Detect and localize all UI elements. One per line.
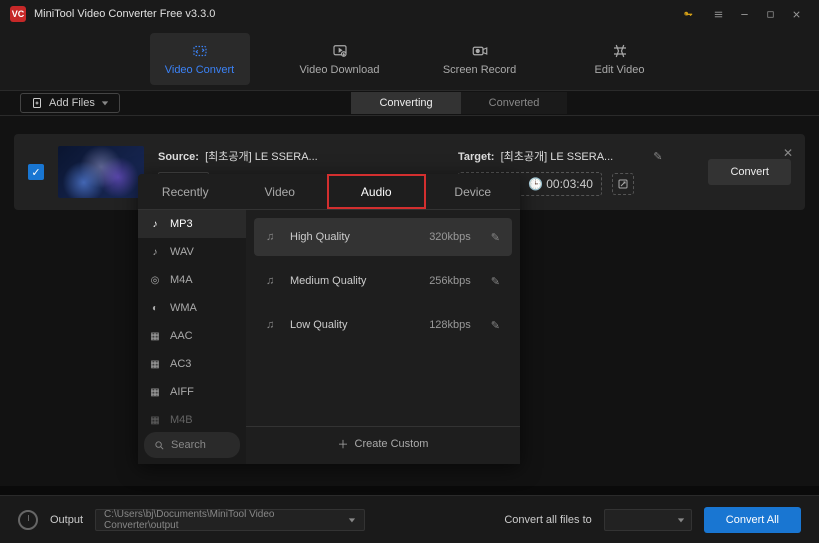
edit-icon	[610, 42, 630, 60]
plus-file-icon	[31, 97, 43, 109]
remove-file-button[interactable]: ✕	[783, 146, 793, 160]
convert-icon	[190, 42, 210, 60]
convert-all-to-label: Convert all files to	[504, 514, 591, 526]
format-item-m4a[interactable]: ◎M4A	[138, 266, 246, 294]
app-logo: VC	[10, 6, 26, 22]
quality-item-medium[interactable]: ♫ Medium Quality 256kbps ✎	[254, 262, 512, 300]
music-icon: ◐	[148, 303, 162, 314]
tab-label: Screen Record	[443, 64, 516, 76]
tab-label: Video Download	[300, 64, 380, 76]
schedule-icon[interactable]	[18, 510, 38, 530]
music-icon: ♪	[148, 247, 162, 258]
file-music-icon: ♫	[266, 231, 280, 243]
chevron-down-icon	[348, 516, 356, 524]
output-path-select[interactable]: C:\Users\bj\Documents\MiniTool Video Con…	[95, 509, 365, 531]
add-files-label: Add Files	[49, 97, 95, 109]
quality-list: ♫ High Quality 320kbps ✎ ♫ Medium Qualit…	[246, 210, 520, 426]
video-thumbnail[interactable]	[58, 146, 144, 198]
target-duration: 🕒 00:03:40	[528, 177, 593, 191]
format-item-aiff[interactable]: ▦AIFF	[138, 378, 246, 406]
popup-tab-device[interactable]: Device	[426, 174, 521, 209]
edit-quality-icon[interactable]: ✎	[491, 231, 500, 244]
convert-all-button[interactable]: Convert All	[704, 507, 801, 533]
tab-label: Edit Video	[595, 64, 645, 76]
target-label: Target:	[458, 151, 494, 163]
maximize-button[interactable]	[757, 4, 783, 24]
tab-video-download[interactable]: Video Download	[290, 33, 390, 85]
record-icon	[470, 42, 490, 60]
add-files-button[interactable]: Add Files	[20, 93, 120, 113]
format-search-input[interactable]: Search	[144, 432, 240, 458]
subtab-converting[interactable]: Converting	[351, 92, 460, 114]
target-filename: [최초공개] LE SSERA...	[501, 151, 614, 163]
file-music-icon: ♫	[266, 275, 280, 287]
music-icon: ▦	[148, 415, 162, 426]
minimize-button[interactable]	[731, 4, 757, 24]
format-item-mp3[interactable]: ♪MP3	[138, 210, 246, 238]
music-icon: ♪	[148, 219, 162, 230]
rename-icon[interactable]: ✎	[653, 150, 662, 163]
music-icon: ▦	[148, 359, 162, 370]
output-label: Output	[50, 514, 83, 526]
search-icon	[154, 440, 165, 451]
file-checkbox[interactable]: ✓	[28, 164, 44, 180]
format-item-ac3[interactable]: ▦AC3	[138, 350, 246, 378]
tab-video-convert[interactable]: Video Convert	[150, 33, 250, 85]
music-icon: ▦	[148, 387, 162, 398]
convert-all-format-select[interactable]	[604, 509, 692, 531]
popup-tab-video[interactable]: Video	[233, 174, 328, 209]
key-icon[interactable]	[675, 4, 701, 24]
tab-edit-video[interactable]: Edit Video	[570, 33, 670, 85]
quality-item-low[interactable]: ♫ Low Quality 128kbps ✎	[254, 306, 512, 344]
tab-screen-record[interactable]: Screen Record	[430, 33, 530, 85]
format-list[interactable]: ♪MP3 ♪WAV ◎M4A ◐WMA ▦AAC ▦AC3 ▦AIFF ▦M4B	[138, 210, 246, 426]
format-item-m4b[interactable]: ▦M4B	[138, 406, 246, 426]
window-title: MiniTool Video Converter Free v3.3.0	[34, 8, 675, 20]
edit-quality-icon[interactable]: ✎	[491, 275, 500, 288]
close-button[interactable]	[783, 4, 809, 24]
hamburger-icon[interactable]	[705, 4, 731, 24]
format-popup: Recently Video Audio Device ♪MP3 ♪WAV ◎M…	[138, 174, 520, 464]
tab-label: Video Convert	[165, 64, 235, 76]
create-custom-button[interactable]: ＋ Create Custom	[246, 426, 520, 460]
file-music-icon: ♫	[266, 319, 280, 331]
popup-tab-audio[interactable]: Audio	[327, 174, 426, 209]
format-item-aac[interactable]: ▦AAC	[138, 322, 246, 350]
subtab-converted[interactable]: Converted	[461, 92, 568, 114]
format-item-wma[interactable]: ◐WMA	[138, 294, 246, 322]
convert-button[interactable]: Convert	[708, 159, 791, 185]
format-item-wav[interactable]: ♪WAV	[138, 238, 246, 266]
edit-quality-icon[interactable]: ✎	[491, 319, 500, 332]
plus-icon: ＋	[338, 436, 349, 452]
music-icon: ▦	[148, 331, 162, 342]
source-filename: [최초공개] LE SSERA...	[205, 151, 318, 163]
target-settings-button[interactable]	[612, 173, 634, 195]
popup-tab-recently[interactable]: Recently	[138, 174, 233, 209]
download-icon	[330, 42, 350, 60]
chevron-down-icon	[677, 516, 685, 524]
source-label: Source:	[158, 151, 199, 163]
chevron-down-icon	[101, 99, 109, 107]
music-icon: ◎	[148, 275, 162, 286]
quality-item-high[interactable]: ♫ High Quality 320kbps ✎	[254, 218, 512, 256]
